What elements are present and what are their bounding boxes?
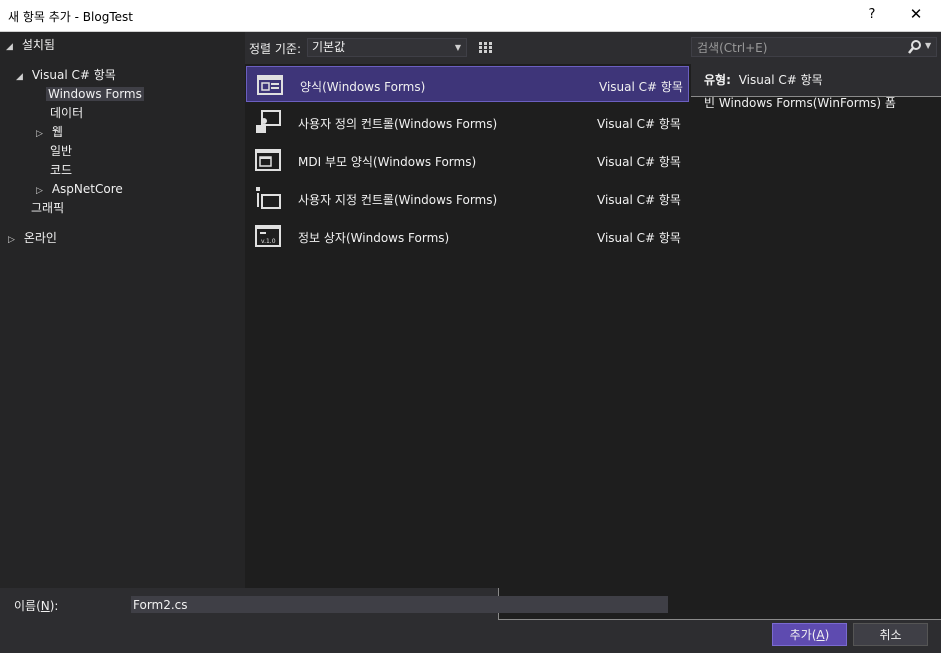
tree-node-installed[interactable]: ◢ 설치됨 <box>6 36 57 55</box>
search-icon[interactable] <box>908 39 922 55</box>
tree-node-code[interactable]: 코드 <box>48 161 74 180</box>
title-bar: 새 항목 추가 - BlogTest ? ✕ <box>0 0 941 32</box>
close-button[interactable]: ✕ <box>905 5 927 23</box>
sort-label: 정렬 기준: <box>249 42 302 56</box>
template-item-custom-control[interactable]: 사용자 지정 컨트롤(Windows Forms) Visual C# 항목 <box>245 180 689 216</box>
template-name: 사용자 정의 컨트롤(Windows Forms) <box>298 117 498 131</box>
expanded-arrow-icon[interactable]: ◢ <box>6 38 16 57</box>
name-label: 이름(N): <box>14 599 59 613</box>
about-box-icon: v.1.0 <box>255 225 281 247</box>
tree-node-online[interactable]: ▷ 온라인 <box>8 229 59 248</box>
search-options-chevron-icon[interactable]: ▼ <box>925 41 931 50</box>
category-tree: ◢ 설치됨 ◢ Visual C# 항목 Windows Forms 데이터 ▷… <box>0 32 245 588</box>
sort-dropdown[interactable]: 기본값 ▼ <box>307 38 467 57</box>
collapsed-arrow-icon[interactable]: ▷ <box>8 231 18 250</box>
tree-node-graphics[interactable]: 그래픽 <box>29 199 66 218</box>
expanded-arrow-icon[interactable]: ◢ <box>16 68 26 87</box>
template-item-about-box[interactable]: v.1.0 정보 상자(Windows Forms) Visual C# 항목 <box>245 218 689 254</box>
template-item-mdi-form[interactable]: MDI 부모 양식(Windows Forms) Visual C# 항목 <box>245 142 689 178</box>
tree-node-visual-csharp[interactable]: ◢ Visual C# 항목 <box>16 66 118 85</box>
template-name: 양식(Windows Forms) <box>300 80 426 94</box>
tree-node-aspnetcore[interactable]: ▷ AspNetCore <box>36 180 125 199</box>
user-control-icon <box>256 110 281 133</box>
template-category: Visual C# 항목 <box>599 80 683 94</box>
tree-node-web[interactable]: ▷ 웹 <box>36 123 65 142</box>
template-item-form[interactable]: 양식(Windows Forms) Visual C# 항목 <box>246 66 689 102</box>
mdi-form-icon <box>255 149 281 171</box>
form-icon <box>257 75 283 95</box>
detail-type-value: Visual C# 항목 <box>738 73 823 87</box>
cancel-button[interactable]: 취소 <box>853 623 928 646</box>
name-input[interactable] <box>131 596 668 613</box>
grid-view-icon <box>479 42 492 53</box>
chevron-down-icon: ▼ <box>454 43 461 52</box>
sort-value: 기본값 <box>312 40 346 54</box>
detail-type: 유형: Visual C# 항목 <box>704 71 823 88</box>
template-category: Visual C# 항목 <box>597 231 681 245</box>
template-name: 정보 상자(Windows Forms) <box>298 231 450 245</box>
search-input[interactable] <box>695 39 899 57</box>
svg-text:v.1.0: v.1.0 <box>261 238 276 245</box>
detail-description: 빈 Windows Forms(WinForms) 폼 <box>704 96 896 110</box>
sort-toolbar: 정렬 기준: 기본값 ▼ <box>245 32 941 620</box>
tree-node-general[interactable]: 일반 <box>48 142 74 161</box>
help-button[interactable]: ? <box>864 7 880 22</box>
template-list: 양식(Windows Forms) Visual C# 항목 사용자 정의 컨트… <box>245 64 691 588</box>
window-title: 새 항목 추가 - BlogTest <box>8 10 133 24</box>
custom-control-icon <box>256 187 281 209</box>
template-category: Visual C# 항목 <box>597 193 681 207</box>
template-item-user-control[interactable]: 사용자 정의 컨트롤(Windows Forms) Visual C# 항목 <box>245 104 689 140</box>
template-category: Visual C# 항목 <box>597 155 681 169</box>
collapsed-arrow-icon[interactable]: ▷ <box>36 125 46 144</box>
add-button[interactable]: 추가(A) <box>772 623 847 646</box>
search-box[interactable]: ▼ <box>691 37 937 57</box>
template-category: Visual C# 항목 <box>597 117 681 131</box>
template-name: 사용자 지정 컨트롤(Windows Forms) <box>298 193 498 207</box>
detail-type-label: 유형: <box>704 73 731 87</box>
tree-node-data[interactable]: 데이터 <box>48 104 85 123</box>
template-name: MDI 부모 양식(Windows Forms) <box>298 155 477 169</box>
grid-view-button[interactable] <box>475 37 496 58</box>
tree-node-windows-forms[interactable]: Windows Forms <box>46 85 144 104</box>
